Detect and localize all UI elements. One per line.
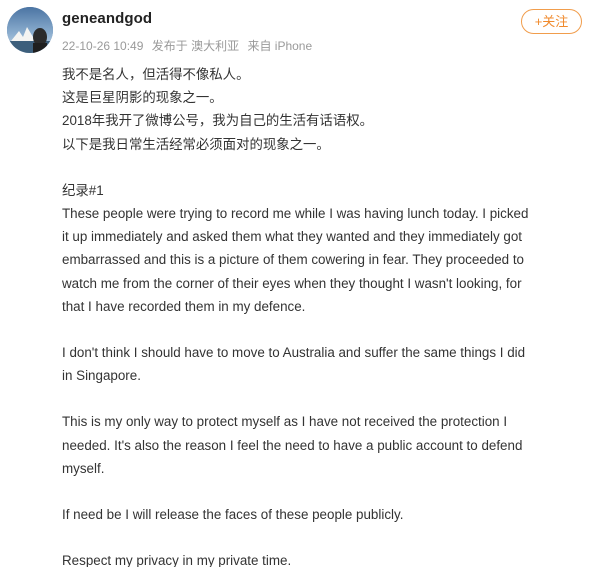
text-line: in Singapore. xyxy=(62,368,141,384)
post-source: 来自 iPhone xyxy=(247,39,313,53)
text-line: I don't think I should have to move to A… xyxy=(62,345,526,361)
text-line: Respect my privacy in my private time. xyxy=(62,553,292,567)
weibo-post: geneandgod 22-10-26 10:49 发布于 澳大利亚 来自 iP… xyxy=(0,0,600,567)
avatar[interactable] xyxy=(7,7,53,53)
text-line: 2018年我开了微博公号，我为自己的生活有话语权。 xyxy=(62,113,373,129)
text-line: watch me from the corner of their eyes w… xyxy=(62,275,522,291)
text-line: embarrassed and this is a picture of the… xyxy=(62,252,524,268)
post-meta: 22-10-26 10:49 发布于 澳大利亚 来自 iPhone xyxy=(62,37,317,54)
text-line: These people were trying to record me wh… xyxy=(62,206,529,222)
text-line: If need be I will release the faces of t… xyxy=(62,507,404,523)
text-line: needed. It's also the reason I feel the … xyxy=(62,437,523,453)
follow-button[interactable]: +关注 xyxy=(521,9,582,34)
text-line: 我不是名人，但活得不像私人。 xyxy=(62,67,250,82)
text-line: This is my only way to protect myself as… xyxy=(62,414,508,430)
post-location: 发布于 澳大利亚 xyxy=(151,39,240,53)
post-timestamp[interactable]: 22-10-26 10:49 xyxy=(62,39,143,53)
text-line: it up immediately and asked them what th… xyxy=(62,229,522,245)
text-line: 以下是我日常生活经常必须面对的现象之一。 xyxy=(62,136,330,152)
text-line: that I have recorded them in my defence. xyxy=(62,298,306,314)
text-line: 纪录#1 xyxy=(62,182,104,198)
text-line: 这是巨星阴影的现象之一。 xyxy=(62,90,223,106)
text-line: myself. xyxy=(62,460,105,476)
post-content: 我不是名人，但活得不像私人。 这是巨星阴影的现象之一。 2018年我开了微博公号… xyxy=(62,63,587,567)
avatar-image xyxy=(7,7,53,53)
author-name[interactable]: geneandgod xyxy=(62,10,152,27)
